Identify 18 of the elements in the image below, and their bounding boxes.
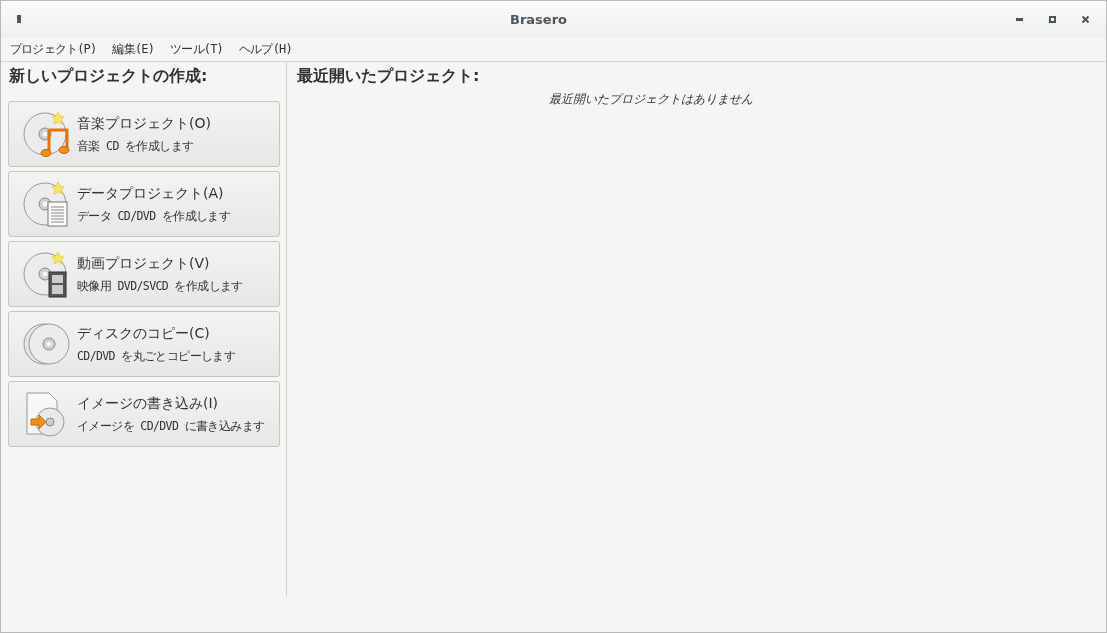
menu-item[interactable]: 編集(E) — [112, 40, 155, 58]
project-button[interactable]: データプロジェクト(A) データ CD/DVD を作成します — [8, 171, 280, 237]
project-button[interactable]: ディスクのコピー(C) CD/DVD を丸ごとコピーします — [8, 311, 280, 377]
section-heading: 新しいプロジェクトの作成: — [8, 65, 209, 87]
project-button[interactable]: イメージの書き込み(I) イメージを CD/DVD に書き込みます — [8, 381, 280, 447]
project-button[interactable]: 動画プロジェクト(V) 映像用 DVD/SVCD を作成します — [8, 241, 280, 307]
menu-item[interactable]: ヘルプ(H) — [239, 40, 292, 58]
disc-music-note-icon — [23, 110, 71, 158]
minimize-icon[interactable] — [1016, 17, 1023, 21]
stacked-discs-icon — [23, 320, 71, 368]
empty-message: 最近開いたプロジェクトはありません — [547, 91, 754, 108]
maximize-icon[interactable] — [1049, 15, 1056, 23]
disc-document-icon — [23, 180, 71, 228]
close-icon[interactable] — [1082, 15, 1089, 23]
menu-item[interactable]: プロジェクト(P) — [10, 40, 97, 58]
project-button[interactable]: 音楽プロジェクト(O) 音楽 CD を作成します — [8, 101, 280, 167]
window-title: Brasero — [509, 11, 568, 27]
menu-item[interactable]: ツール(T) — [170, 40, 224, 58]
